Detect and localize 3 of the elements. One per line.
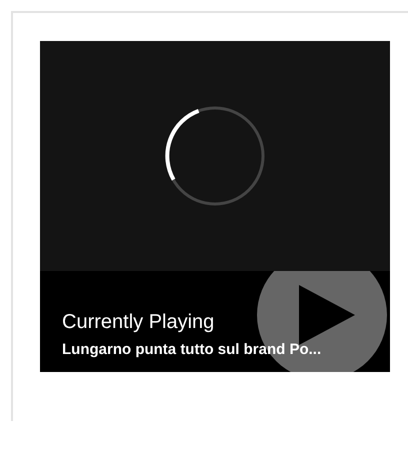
- caption-label: Currently Playing: [62, 310, 214, 334]
- play-icon: [299, 285, 355, 345]
- video-title: Lungarno punta tutto sul brand Po...: [62, 340, 322, 360]
